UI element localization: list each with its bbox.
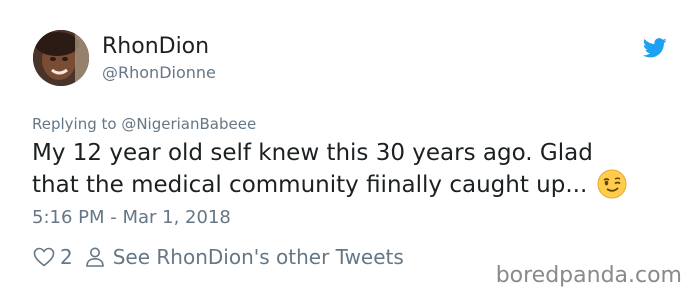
tweet-text-line-1: My 12 year old self knew this 30 years a… <box>32 140 593 166</box>
see-other-tweets-link[interactable]: See RhonDion's other Tweets <box>113 245 404 269</box>
tweet-text: My 12 year old self knew this 30 years a… <box>32 137 672 201</box>
tweet-text-line-2-text: that the medical community fiinally caug… <box>32 172 588 198</box>
replying-to[interactable]: Replying to @NigerianBabeee <box>32 114 256 134</box>
display-name[interactable]: RhonDion <box>102 34 209 60</box>
watermark: boredpanda.com <box>495 263 682 288</box>
winking-face-emoji <box>597 169 627 199</box>
person-icon[interactable] <box>83 245 107 269</box>
user-handle[interactable]: @RhonDionne <box>102 63 216 83</box>
tweet-actions: 2 See RhonDion's other Tweets <box>32 244 404 270</box>
tweet-text-line-2: that the medical community fiinally caug… <box>32 169 672 201</box>
heart-icon[interactable] <box>32 245 56 269</box>
avatar[interactable] <box>33 30 89 86</box>
twitter-bird-icon[interactable] <box>642 38 667 58</box>
tweet-timestamp[interactable]: 5:16 PM - Mar 1, 2018 <box>32 207 231 229</box>
like-count[interactable]: 2 <box>60 245 73 269</box>
